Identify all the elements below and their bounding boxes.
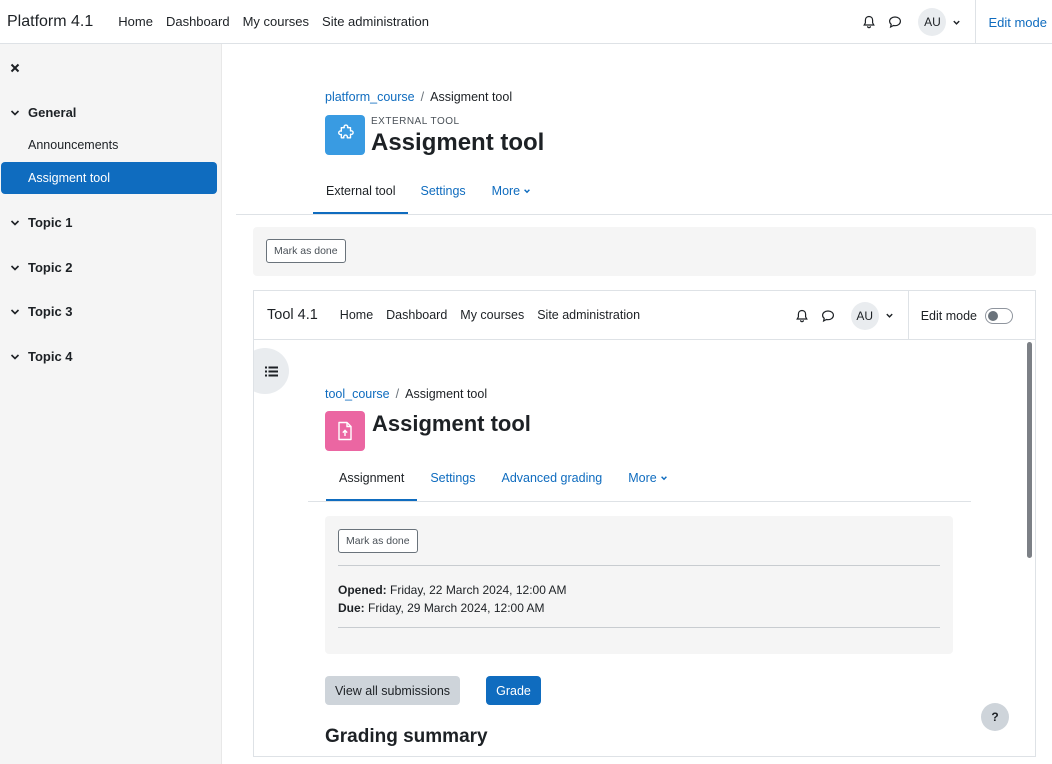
chevron-down-icon — [10, 353, 20, 360]
nav-my-courses[interactable]: My courses — [243, 14, 309, 29]
tool-nav-my-courses[interactable]: My courses — [460, 308, 524, 322]
view-all-submissions-button[interactable]: View all submissions — [325, 676, 460, 705]
tab-external-tool[interactable]: External tool — [313, 168, 409, 214]
tool-brand[interactable]: Tool 4.1 — [267, 307, 318, 323]
activity-dates: Opened: Friday, 22 March 2024, 12:00 AM … — [338, 581, 567, 617]
chevron-down-icon — [660, 476, 667, 481]
tool-nav-site-administration[interactable]: Site administration — [537, 308, 640, 322]
breadcrumb: platform_course / Assigment tool — [325, 90, 513, 104]
nav-site-administration[interactable]: Site administration — [322, 14, 429, 29]
primary-navigation: Home Dashboard My courses Site administr… — [118, 14, 429, 29]
tool-navbar: Tool 4.1 Home Dashboard My courses Site … — [254, 291, 1035, 340]
breadcrumb-current: Assigment tool — [430, 90, 513, 104]
course-index-drawer: General Announcements Assigment tool Top… — [0, 44, 222, 764]
tab-more[interactable]: More — [615, 455, 680, 501]
scrollbar-thumb[interactable] — [1027, 342, 1032, 558]
edit-mode-toggle[interactable] — [985, 307, 1013, 324]
activity-announcements[interactable]: Announcements — [28, 138, 118, 152]
assignment-file-icon — [325, 411, 365, 451]
navbar-divider — [907, 291, 909, 340]
due-date: Due: Friday, 29 March 2024, 12:00 AM — [338, 599, 567, 617]
edit-mode-label: Edit mode — [920, 308, 977, 323]
tool-nav-home[interactable]: Home — [340, 308, 373, 322]
grade-button[interactable]: Grade — [486, 676, 541, 705]
chevron-down-icon[interactable] — [885, 311, 894, 320]
due-value: Friday, 29 March 2024, 12:00 AM — [368, 601, 545, 615]
section-title: Topic 4 — [28, 349, 73, 364]
chevron-down-icon — [10, 308, 20, 315]
tool-page-title: Assigment tool — [372, 411, 531, 436]
nav-home[interactable]: Home — [118, 14, 153, 29]
iframe-scrollbar[interactable] — [1027, 342, 1033, 754]
breadcrumb-current: Assigment tool — [405, 387, 488, 401]
tool-user-area: AU Edit mode — [789, 291, 1035, 340]
list-icon — [264, 366, 278, 376]
help-button[interactable]: ? — [981, 703, 1009, 731]
mark-as-done-button[interactable]: Mark as done — [338, 529, 418, 553]
external-tool-iframe: Tool 4.1 Home Dashboard My courses Site … — [253, 290, 1036, 757]
tool-nav-dashboard[interactable]: Dashboard — [386, 308, 447, 322]
tab-advanced-grading[interactable]: Advanced grading — [488, 455, 615, 501]
secondary-navigation: External tool Settings More — [313, 168, 544, 214]
puzzle-piece-icon — [325, 115, 365, 155]
close-icon[interactable] — [10, 61, 20, 76]
due-label: Due: — [338, 601, 365, 615]
section-title: Topic 1 — [28, 215, 73, 230]
grading-summary-heading: Grading summary — [325, 726, 488, 747]
divider — [338, 565, 940, 566]
activity-assigment-tool[interactable]: Assigment tool — [1, 162, 217, 194]
chevron-down-icon — [524, 189, 531, 194]
section-title: Topic 2 — [28, 260, 73, 275]
activity-label: Assigment tool — [28, 171, 110, 185]
tool-breadcrumb: tool_course / Assigment tool — [325, 387, 488, 401]
avatar[interactable]: AU — [850, 301, 879, 330]
section-general[interactable]: General — [0, 105, 76, 120]
edit-mode-link[interactable]: Edit mode — [976, 15, 1052, 30]
mark-as-done-button[interactable]: Mark as done — [266, 239, 346, 263]
opened-label: Opened: — [338, 583, 387, 597]
section-title: Topic 3 — [28, 304, 73, 319]
course-index-toggle[interactable] — [254, 348, 289, 394]
section-topic-2[interactable]: Topic 2 — [0, 260, 73, 275]
bell-icon[interactable] — [789, 303, 815, 329]
breadcrumb-course-link[interactable]: tool_course — [325, 387, 390, 401]
tab-more-label: More — [491, 184, 521, 198]
chevron-down-icon[interactable] — [952, 18, 961, 27]
opened-value: Friday, 22 March 2024, 12:00 AM — [390, 583, 567, 597]
site-brand[interactable]: Platform 4.1 — [7, 13, 93, 31]
chat-bubble-icon[interactable] — [882, 9, 908, 35]
opened-date: Opened: Friday, 22 March 2024, 12:00 AM — [338, 581, 567, 599]
page-title: Assigment tool — [371, 129, 545, 156]
section-topic-1[interactable]: Topic 1 — [0, 215, 73, 230]
breadcrumb-course-link[interactable]: platform_course — [325, 90, 415, 104]
activity-completion-bar: Mark as done — [253, 227, 1036, 276]
section-title: General — [28, 105, 77, 120]
tab-more[interactable]: More — [479, 168, 544, 214]
activity-type-label: EXTERNAL TOOL — [371, 116, 460, 127]
section-topic-4[interactable]: Topic 4 — [0, 349, 73, 364]
avatar[interactable]: AU — [918, 8, 947, 36]
chat-bubble-icon[interactable] — [815, 303, 841, 329]
navbar-user-area: AU Edit mode — [856, 0, 1052, 44]
tab-settings[interactable]: Settings — [408, 168, 478, 214]
chevron-down-icon — [10, 264, 20, 271]
top-navbar: Platform 4.1 Home Dashboard My courses S… — [0, 0, 1052, 44]
chevron-down-icon — [10, 109, 20, 116]
divider — [338, 627, 940, 628]
activity-information: Mark as done Opened: Friday, 22 March 20… — [325, 516, 953, 654]
bell-icon[interactable] — [856, 9, 882, 35]
tabs-divider — [236, 214, 1052, 215]
tool-secondary-navigation: Assignment Settings Advanced grading Mor… — [326, 455, 681, 501]
tabs-divider — [308, 501, 971, 502]
section-topic-3[interactable]: Topic 3 — [0, 304, 73, 319]
chevron-down-icon — [10, 219, 20, 226]
tab-more-label: More — [628, 471, 657, 485]
tab-settings[interactable]: Settings — [417, 455, 488, 501]
tab-assignment[interactable]: Assignment — [326, 455, 418, 501]
nav-dashboard[interactable]: Dashboard — [166, 14, 230, 29]
tool-primary-navigation: Home Dashboard My courses Site administr… — [340, 308, 640, 322]
